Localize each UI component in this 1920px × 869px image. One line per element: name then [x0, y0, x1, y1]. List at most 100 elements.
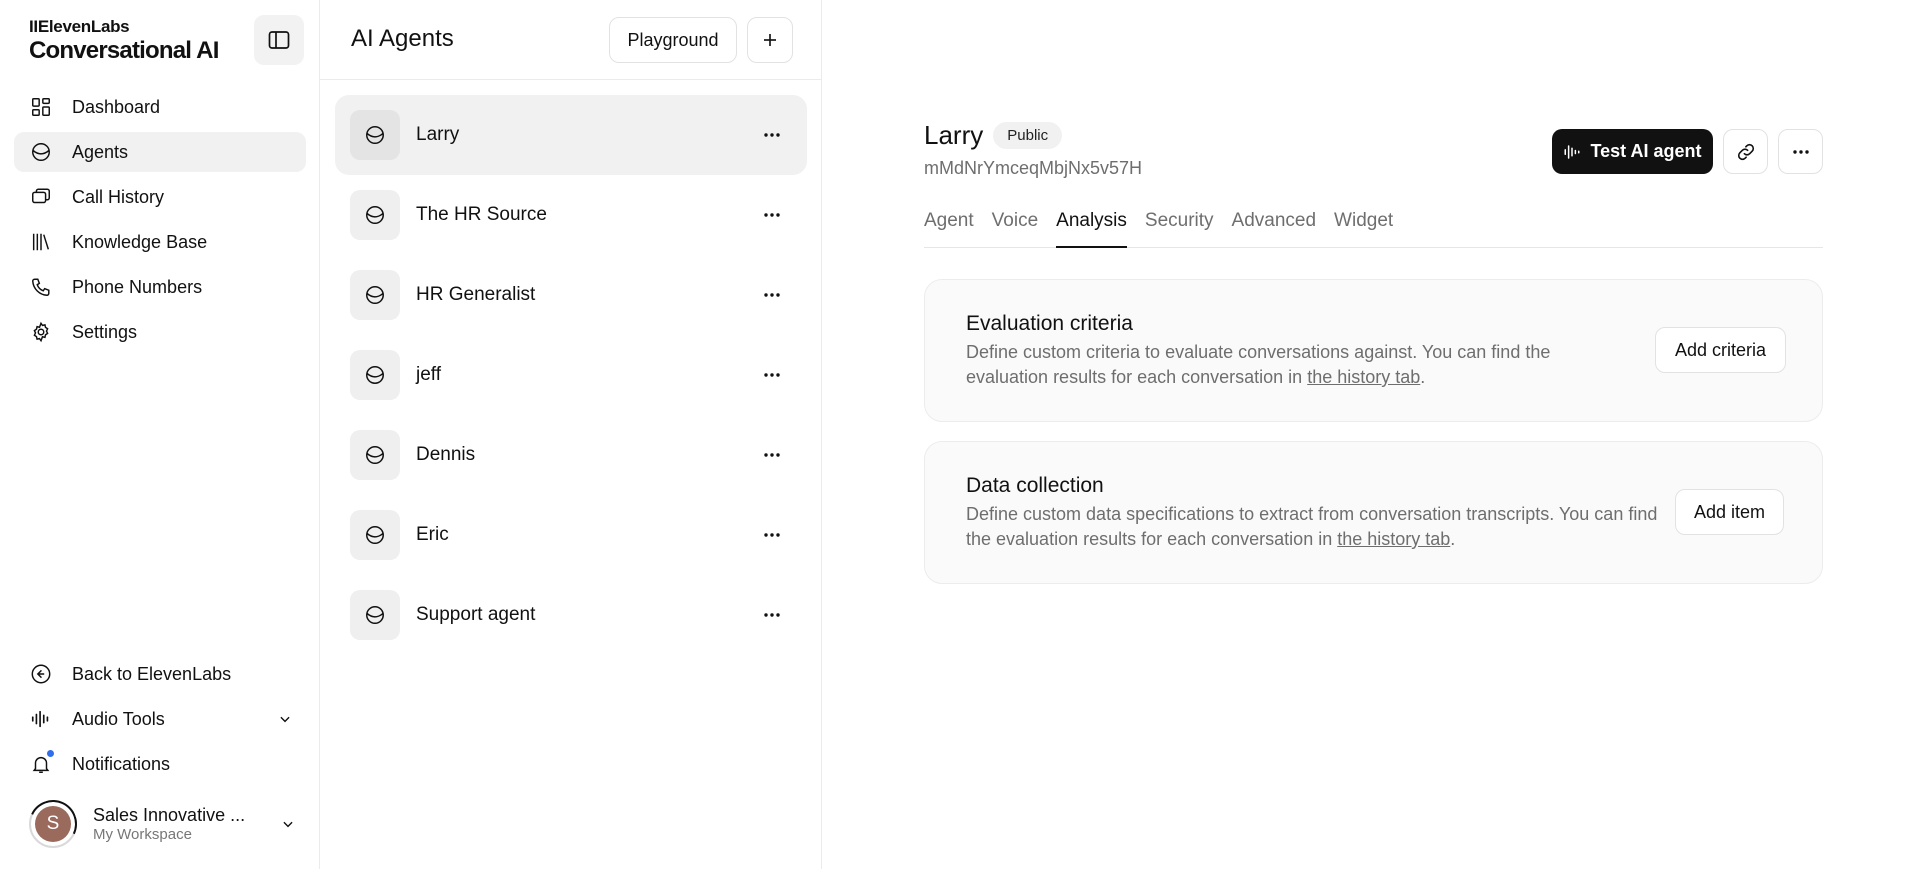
agent-name: Dennis [416, 444, 476, 465]
data-collection-title: Data collection [966, 474, 1104, 497]
audio-waveform-icon [1563, 143, 1581, 161]
sidebar-toggle-button[interactable] [254, 15, 304, 65]
more-options-icon[interactable] [757, 360, 787, 390]
sidebar-panel-icon [267, 28, 291, 52]
audio-waveform-icon [29, 707, 53, 731]
tab-security[interactable]: Security [1145, 208, 1214, 248]
agent-id: mMdNrYmceqMbjNx5v57H [924, 158, 1143, 178]
brand-company: IIElevenLabs [29, 17, 130, 36]
evaluation-criteria-description: Define custom criteria to evaluate conve… [966, 340, 1606, 390]
add-item-button[interactable]: Add item [1675, 489, 1784, 535]
agent-list-item[interactable]: The HR Source [335, 175, 807, 255]
agent-icon [350, 110, 400, 160]
avatar: S [29, 800, 77, 848]
more-options-icon[interactable] [757, 280, 787, 310]
audio-tools-menu[interactable]: Audio Tools [14, 699, 306, 739]
sidebar-item-phone-numbers[interactable]: Phone Numbers [14, 267, 306, 307]
description-suffix: . [1450, 529, 1456, 549]
sidebar-bottom-nav: Back to ElevenLabs Audio Tools Notificat… [14, 654, 306, 789]
agent-name: Eric [416, 524, 449, 545]
more-options-icon[interactable] [757, 440, 787, 470]
agents-panel: AI Agents Playground Larry The HR Source… [320, 0, 822, 869]
sidebar-item-label: Knowledge Base [72, 231, 208, 252]
agent-icon [350, 350, 400, 400]
tab-widget[interactable]: Widget [1334, 208, 1393, 248]
notifications-link[interactable]: Notifications [14, 744, 306, 784]
add-agent-button[interactable] [747, 17, 793, 63]
agent-list-item[interactable]: Larry [335, 95, 807, 175]
test-ai-agent-button[interactable]: Test AI agent [1552, 129, 1713, 174]
chevron-down-icon [281, 817, 295, 831]
tab-agent[interactable]: Agent [924, 208, 974, 248]
sidebar-item-label: Agents [72, 141, 129, 162]
copy-link-button[interactable] [1723, 129, 1768, 174]
sidebar-item-label: Phone Numbers [72, 276, 203, 297]
agent-icon [350, 510, 400, 560]
description-text: Define custom criteria to evaluate conve… [966, 342, 1551, 387]
sidebar-item-call-history[interactable]: Call History [14, 177, 306, 217]
dashboard-icon [29, 95, 53, 119]
more-options-icon[interactable] [757, 200, 787, 230]
link-icon [1736, 142, 1756, 162]
bell-icon [29, 749, 55, 776]
more-options-icon[interactable] [757, 120, 787, 150]
agent-detail: Larry Public mMdNrYmceqMbjNx5v57H Test A… [822, 0, 1920, 869]
agent-name: Larry [416, 124, 460, 145]
sidebar: IIElevenLabs Conversational AI Dashboard… [0, 0, 320, 869]
agent-list-item[interactable]: HR Generalist [335, 255, 807, 335]
data-collection-description: Define custom data specifications to ext… [966, 502, 1666, 552]
add-criteria-button[interactable]: Add criteria [1655, 327, 1786, 373]
agent-name: jeff [416, 364, 442, 385]
arrow-left-circle-icon [29, 662, 53, 686]
agent-tabs: Agent Voice Analysis Security Advanced W… [924, 208, 1823, 248]
playground-button[interactable]: Playground [609, 17, 737, 63]
page-title: Larry [924, 120, 984, 150]
history-tab-link[interactable]: the history tab [1307, 367, 1420, 387]
tab-voice[interactable]: Voice [992, 208, 1038, 248]
test-ai-agent-label: Test AI agent [1590, 141, 1702, 161]
agent-icon [350, 190, 400, 240]
agent-heading: Larry Public [924, 120, 1063, 151]
history-tab-link[interactable]: the history tab [1337, 529, 1450, 549]
phone-icon [29, 275, 53, 299]
avatar-initial: S [35, 806, 71, 842]
agent-list-item[interactable]: Dennis [335, 415, 807, 495]
sidebar-item-settings[interactable]: Settings [14, 312, 306, 352]
status-badge: Public [993, 122, 1063, 149]
brand-logo[interactable]: IIElevenLabs Conversational AI [29, 17, 219, 65]
agent-list-item[interactable]: Eric [335, 495, 807, 575]
data-collection-card: Data collection Define custom data speci… [924, 441, 1823, 584]
agent-icon [350, 590, 400, 640]
books-icon [29, 230, 53, 254]
more-options-icon[interactable] [757, 600, 787, 630]
gear-icon [29, 320, 53, 344]
workspace-switcher[interactable]: S Sales Innovative ... My Workspace [29, 798, 299, 850]
sidebar-item-label: Call History [72, 186, 165, 207]
evaluation-criteria-title: Evaluation criteria [966, 312, 1133, 335]
more-options-icon[interactable] [757, 520, 787, 550]
evaluation-criteria-card: Evaluation criteria Define custom criter… [924, 279, 1823, 422]
sidebar-item-dashboard[interactable]: Dashboard [14, 87, 306, 127]
back-to-elevenlabs-link[interactable]: Back to ElevenLabs [14, 654, 306, 694]
more-options-button[interactable] [1778, 129, 1823, 174]
notification-dot [46, 749, 55, 758]
agent-list: Larry The HR Source HR Generalist jeff D… [335, 95, 807, 655]
more-options-icon [1792, 149, 1810, 155]
tab-analysis[interactable]: Analysis [1056, 208, 1127, 248]
agents-title: AI Agents [351, 25, 454, 52]
agent-list-item[interactable]: Support agent [335, 575, 807, 655]
sidebar-item-label: Settings [72, 321, 138, 342]
audio-tools-label: Audio Tools [72, 708, 165, 729]
description-text: Define custom data specifications to ext… [966, 504, 1658, 549]
agent-name: HR Generalist [416, 284, 536, 305]
chevron-down-icon [278, 712, 292, 726]
agent-list-item[interactable]: jeff [335, 335, 807, 415]
agent-icon [350, 430, 400, 480]
sidebar-item-knowledge-base[interactable]: Knowledge Base [14, 222, 306, 262]
brand-product: Conversational AI [29, 37, 219, 64]
notifications-label: Notifications [72, 753, 171, 774]
description-suffix: . [1420, 367, 1426, 387]
sidebar-item-agents[interactable]: Agents [14, 132, 306, 172]
tab-advanced[interactable]: Advanced [1232, 208, 1317, 248]
sidebar-nav: Dashboard Agents Call History Knowledge … [14, 87, 306, 357]
